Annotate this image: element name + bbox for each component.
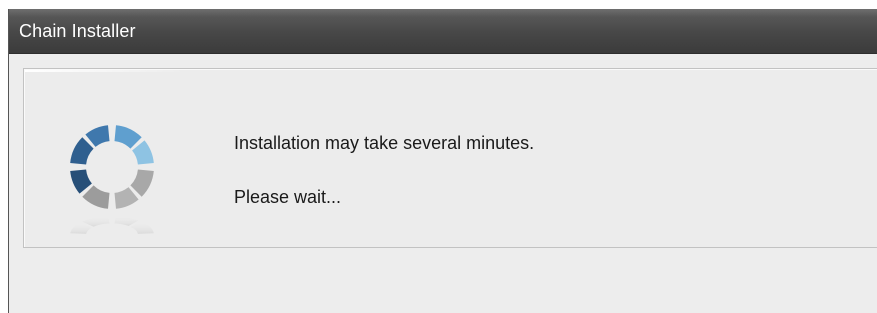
title-bar[interactable]: Chain Installer: [9, 9, 877, 54]
progress-spinner-icon: [54, 103, 174, 253]
progress-panel: Installation may take several minutes. P…: [23, 68, 877, 248]
please-wait-message: Please wait...: [234, 187, 342, 207]
installation-time-message: Installation may take several minutes.: [234, 133, 535, 153]
installer-window: Chain Installer Installation may take se…: [8, 9, 877, 313]
window-title: Chain Installer: [19, 21, 136, 41]
panel-highlight: [25, 70, 185, 72]
